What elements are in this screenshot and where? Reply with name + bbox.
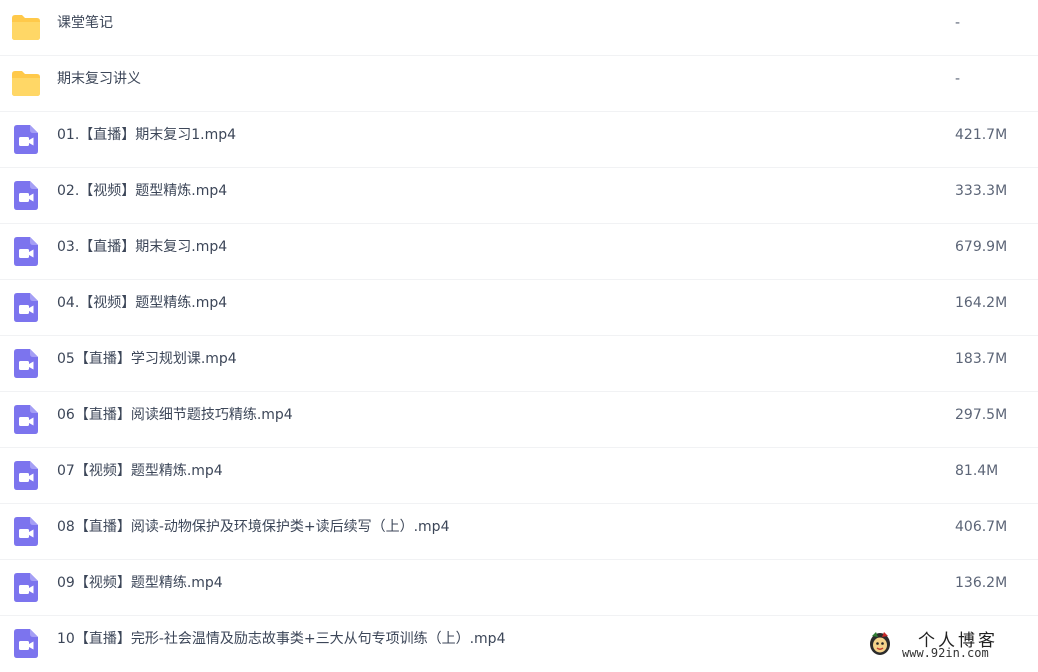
file-size: 164.2M — [955, 295, 1008, 311]
file-row[interactable]: 08【直播】阅读-动物保护及环境保护类+读后续写（上）.mp4 406.7M — [0, 504, 1038, 560]
file-row[interactable]: 01.【直播】期末复习1.mp4 421.7M — [0, 112, 1038, 168]
file-size: - — [955, 71, 961, 87]
video-file-icon — [14, 293, 38, 322]
file-size: 297.5M — [955, 407, 1008, 423]
file-row[interactable]: 05【直播】学习规划课.mp4 183.7M — [0, 336, 1038, 392]
watermark-url: www.92in.com — [902, 646, 989, 660]
file-row[interactable]: 03.【直播】期末复习.mp4 679.9M — [0, 224, 1038, 280]
video-file-icon — [14, 181, 38, 210]
file-name[interactable]: 07【视频】题型精炼.mp4 — [57, 448, 223, 495]
file-name[interactable]: 04.【视频】题型精练.mp4 — [57, 280, 227, 327]
file-size: 333.3M — [955, 183, 1008, 199]
file-name[interactable]: 09【视频】题型精练.mp4 — [57, 560, 223, 607]
file-name[interactable]: 02.【视频】题型精炼.mp4 — [57, 168, 227, 215]
video-file-icon — [14, 125, 38, 154]
file-name[interactable]: 06【直播】阅读细节题技巧精练.mp4 — [57, 392, 293, 439]
video-file-icon — [14, 237, 38, 266]
file-name[interactable]: 08【直播】阅读-动物保护及环境保护类+读后续写（上）.mp4 — [57, 504, 449, 551]
file-row[interactable]: 04.【视频】题型精练.mp4 164.2M — [0, 280, 1038, 336]
file-name[interactable]: 期末复习讲义 — [57, 56, 141, 103]
video-file-icon — [14, 573, 38, 602]
file-size: 679.9M — [955, 239, 1008, 255]
file-size: 183.7M — [955, 351, 1008, 367]
file-size: 421.7M — [955, 127, 1008, 143]
mascot-icon — [870, 632, 890, 655]
file-row[interactable]: 02.【视频】题型精炼.mp4 333.3M — [0, 168, 1038, 224]
file-row[interactable]: 07【视频】题型精炼.mp4 81.4M — [0, 448, 1038, 504]
file-size: - — [955, 15, 961, 31]
file-size: 406.7M — [955, 519, 1008, 535]
video-file-icon — [14, 629, 38, 658]
video-file-icon — [14, 405, 38, 434]
watermark: 个人博客 www.92in.com — [866, 626, 1034, 664]
file-row[interactable]: 06【直播】阅读细节题技巧精练.mp4 297.5M — [0, 392, 1038, 448]
file-row[interactable]: 期末复习讲义 - — [0, 56, 1038, 112]
folder-icon — [12, 71, 40, 96]
file-name[interactable]: 01.【直播】期末复习1.mp4 — [57, 112, 236, 159]
file-row[interactable]: 课堂笔记 - — [0, 0, 1038, 56]
folder-icon — [12, 15, 40, 40]
file-row[interactable]: 09【视频】题型精练.mp4 136.2M — [0, 560, 1038, 616]
video-file-icon — [14, 461, 38, 490]
file-name[interactable]: 10【直播】完形-社会温情及励志故事类+三大从句专项训练（上）.mp4 — [57, 616, 505, 663]
video-file-icon — [14, 517, 38, 546]
file-list: 课堂笔记 - 期末复习讲义 - 01.【直播】期末复习1.mp4 421.7M … — [0, 0, 1038, 672]
file-name[interactable]: 课堂笔记 — [57, 0, 113, 47]
file-name[interactable]: 03.【直播】期末复习.mp4 — [57, 224, 227, 271]
file-size: 136.2M — [955, 575, 1008, 591]
video-file-icon — [14, 349, 38, 378]
file-name[interactable]: 05【直播】学习规划课.mp4 — [57, 336, 237, 383]
file-size: 81.4M — [955, 463, 999, 479]
